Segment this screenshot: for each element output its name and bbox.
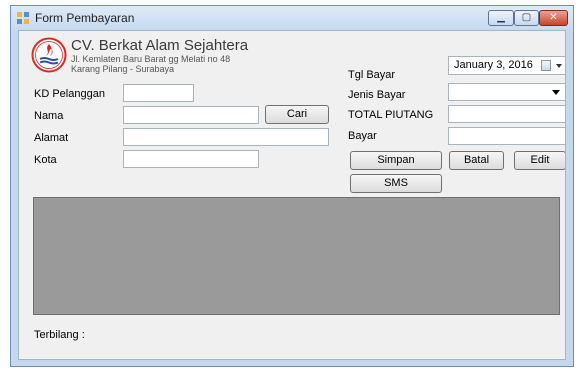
kd-pelanggan-label: KD Pelanggan xyxy=(34,88,105,100)
batal-button[interactable]: Batal xyxy=(449,151,504,170)
company-name: CV. Berkat Alam Sejahtera xyxy=(71,37,249,54)
form-client-area: CV. Berkat Alam Sejahtera Jl. Kemlaten B… xyxy=(18,30,566,360)
simpan-button[interactable]: Simpan xyxy=(350,151,442,170)
kota-input[interactable] xyxy=(123,150,259,168)
maximize-icon: ▢ xyxy=(521,12,532,23)
close-icon: ✕ xyxy=(549,12,558,23)
kota-label: Kota xyxy=(34,154,57,166)
tgl-bayar-value: January 3, 2016 xyxy=(454,59,533,71)
form-icon xyxy=(17,12,29,24)
calendar-icon xyxy=(541,60,551,71)
payment-data-grid[interactable] xyxy=(33,197,560,315)
company-address-line1: Jl. Kemlaten Baru Barat gg Melati no 48 xyxy=(71,54,231,64)
alamat-label: Alamat xyxy=(34,132,69,144)
bayar-input[interactable] xyxy=(448,127,565,145)
chevron-down-icon xyxy=(556,64,562,68)
nama-input[interactable] xyxy=(123,106,259,124)
window-title: Form Pembayaran xyxy=(35,11,135,25)
company-address-line2: Karang Pilang - Surabaya xyxy=(71,64,175,74)
close-button[interactable]: ✕ xyxy=(539,10,568,26)
kd-pelanggan-input[interactable] xyxy=(123,84,194,102)
total-piutang-input[interactable] xyxy=(448,105,565,123)
bayar-label: Bayar xyxy=(348,130,377,142)
terbilang-label: Terbilang : xyxy=(34,329,85,341)
total-piutang-label: TOTAL PIUTANG xyxy=(348,109,434,121)
edit-button[interactable]: Edit xyxy=(514,151,565,170)
tgl-bayar-label: Tgl Bayar xyxy=(348,69,396,81)
alamat-input[interactable] xyxy=(123,128,329,146)
title-bar[interactable]: Form Pembayaran ▁ ▢ ✕ xyxy=(11,6,573,30)
minimize-icon: ▁ xyxy=(497,12,505,23)
company-logo-icon xyxy=(31,37,67,73)
tgl-bayar-datepicker[interactable]: January 3, 2016 xyxy=(448,56,565,75)
nama-label: Nama xyxy=(34,110,64,122)
form-pembayaran-window: Form Pembayaran ▁ ▢ ✕ CV. Berkat Alam Se… xyxy=(10,5,574,367)
sms-button[interactable]: SMS xyxy=(350,174,442,193)
cari-button[interactable]: Cari xyxy=(265,105,329,124)
jenis-bayar-select[interactable] xyxy=(448,83,565,101)
minimize-button[interactable]: ▁ xyxy=(488,10,514,26)
maximize-button[interactable]: ▢ xyxy=(514,10,539,26)
jenis-bayar-label: Jenis Bayar xyxy=(348,89,406,101)
chevron-down-icon xyxy=(552,90,560,95)
